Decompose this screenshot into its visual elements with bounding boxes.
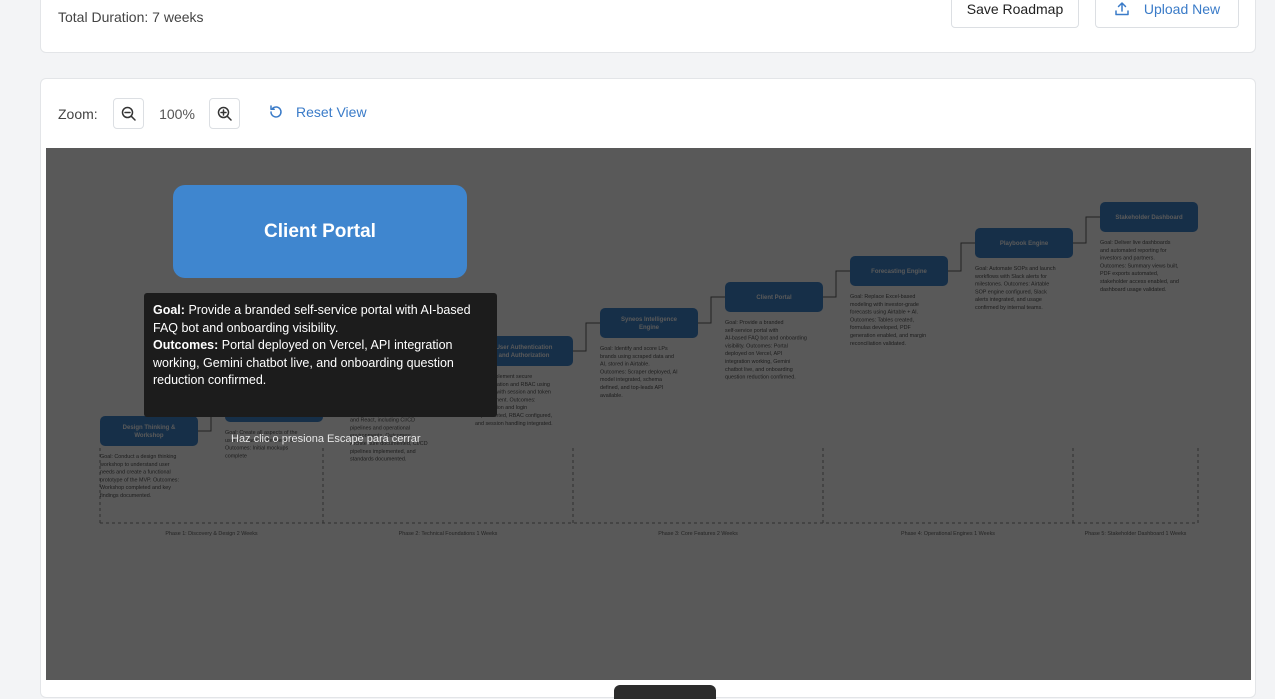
- outcomes-label: Outcomes:: [153, 338, 219, 353]
- node-detail-tooltip: Goal: Provide a branded self-service por…: [144, 293, 497, 417]
- zoom-in-button[interactable]: [209, 98, 240, 129]
- save-roadmap-button[interactable]: Save Roadmap: [951, 0, 1079, 28]
- goal-label: Goal:: [153, 303, 185, 317]
- focused-node-client-portal: Client Portal: [173, 185, 467, 278]
- roadmap-summary-bar: Total Duration: 7 weeks Save Roadmap Upl…: [40, 0, 1256, 53]
- goal-text: Provide a branded self-service portal wi…: [153, 303, 471, 335]
- roadmap-viewer: Zoom: 100% Reset View Design Thinking &W…: [40, 78, 1256, 698]
- bottom-panel-handle[interactable]: [614, 685, 716, 699]
- zoom-level: 100%: [159, 106, 195, 122]
- zoom-in-icon: [217, 106, 232, 121]
- upload-icon: [1115, 1, 1129, 15]
- reset-icon: [270, 105, 282, 118]
- zoom-out-icon: [121, 106, 136, 121]
- reset-view-label: Reset View: [296, 104, 367, 120]
- roadmap-canvas[interactable]: Design Thinking &WorkshopGoal: Conduct a…: [46, 148, 1251, 680]
- close-hint: Haz clic o presiona Escape para cerrar: [231, 433, 421, 445]
- total-duration: Total Duration: 7 weeks: [58, 9, 204, 25]
- upload-new-button[interactable]: Upload New: [1095, 0, 1239, 28]
- upload-new-label: Upload New: [1143, 0, 1221, 17]
- focused-node-title: Client Portal: [264, 220, 376, 242]
- zoom-label: Zoom:: [58, 106, 98, 122]
- zoom-out-button[interactable]: [113, 98, 144, 129]
- reset-view-button[interactable]: Reset View: [268, 104, 367, 120]
- save-roadmap-label: Save Roadmap: [966, 0, 1064, 17]
